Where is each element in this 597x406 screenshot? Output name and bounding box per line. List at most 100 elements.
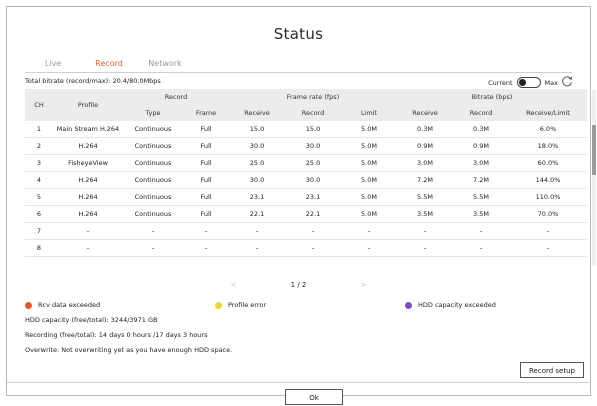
recording-time-text: Recording (free/total): 14 days 0 hours … xyxy=(25,331,208,339)
pagination: < 1 / 2 > xyxy=(7,281,590,289)
table-row[interactable]: 6 H.264 Continuous Full 22.1 22.1 5.0M 3.5M 3.5M… xyxy=(25,205,587,223)
cell-profile: – xyxy=(53,222,123,240)
header-br-receive: Receive xyxy=(397,105,453,121)
table-row[interactable]: 5 H.264 Continuous Full 23.1 23.1 5.0M 5.5M 5.5M… xyxy=(25,188,587,206)
orange-dot-icon xyxy=(25,301,32,309)
cell-fr-record: 23.1 xyxy=(285,188,341,206)
cell-receive-limit: – xyxy=(509,239,587,257)
cell-limit: 5.0M xyxy=(341,154,397,172)
table-row[interactable]: 4 H.264 Continuous Full 30.0 30.0 5.0M 7.2M 7.2M… xyxy=(25,171,587,189)
table-row[interactable]: 3 FisheyeView Continuous Full 25.0 25.0 5.0M 3.… xyxy=(25,154,587,172)
cell-type: Continuous xyxy=(123,205,183,223)
table-row[interactable]: 7– – – – – – – – – xyxy=(25,222,587,240)
prev-page-button[interactable]: < xyxy=(231,281,237,289)
current-max-toggle[interactable] xyxy=(516,77,541,88)
cell-type: Continuous xyxy=(123,137,183,155)
ok-button[interactable]: Ok xyxy=(285,389,343,405)
status-dialog: Status Live Record Network Total bitrate… xyxy=(6,6,596,405)
cell-type: Continuous xyxy=(123,154,183,172)
cell-br-record: – xyxy=(453,239,509,257)
tab-network[interactable]: Network xyxy=(137,59,193,73)
header-profile: Profile xyxy=(53,89,123,121)
cell-br-record: 3.0M xyxy=(453,154,509,172)
cell-br-receive: – xyxy=(397,239,453,257)
toggle-current-label: Current xyxy=(488,78,513,87)
cell-frame: Full xyxy=(183,121,229,138)
cell-limit: – xyxy=(341,239,397,257)
overwrite-text: Overwrite: Not overwriting yet as you ha… xyxy=(25,346,233,354)
record-setup-button[interactable]: Record setup xyxy=(520,362,584,378)
legend-label: HDD capacity exceeded xyxy=(418,301,496,309)
legend-hdd-exceeded: HDD capacity exceeded xyxy=(405,301,496,309)
cell-frame: Full xyxy=(183,171,229,189)
cell-profile: H.264 xyxy=(53,188,123,206)
cell-frame: Full xyxy=(183,188,229,206)
table-row[interactable]: 1 Main Stream H.264 Continuous Full 15.0 15.0… xyxy=(25,121,587,138)
cell-ch: 7 xyxy=(25,222,53,240)
legend-profile-error: Profile error xyxy=(215,301,266,309)
header-record: Record xyxy=(123,89,229,105)
cell-fr-record: – xyxy=(285,222,341,240)
cell-br-receive: – xyxy=(397,222,453,240)
cell-br-record: 3.5M xyxy=(453,205,509,223)
cell-fr-receive: – xyxy=(229,222,285,240)
tab-live[interactable]: Live xyxy=(25,59,81,73)
cell-receive-limit: 144.0% xyxy=(509,171,587,189)
header-limit: Limit xyxy=(341,105,397,121)
footer-divider xyxy=(7,382,590,383)
legend-rcv-exceeded: Rcv data exceeded xyxy=(25,301,100,309)
refresh-icon[interactable] xyxy=(560,74,574,88)
table-scrollbar[interactable] xyxy=(592,89,596,265)
cell-frame: Full xyxy=(183,205,229,223)
cell-type: Continuous xyxy=(123,188,183,206)
toggle-max-label: Max xyxy=(544,78,558,87)
cell-type: Continuous xyxy=(123,121,183,138)
header-bitrate: Bitrate (bps) xyxy=(397,89,587,105)
cell-ch: 2 xyxy=(25,137,53,155)
toggle-knob xyxy=(518,79,526,86)
next-page-button[interactable]: > xyxy=(361,281,367,289)
cell-fr-receive: 30.0 xyxy=(229,137,285,155)
cell-receive-limit: 60.0% xyxy=(509,154,587,172)
tab-bar: Live Record Network xyxy=(25,59,193,73)
cell-limit: 5.0M xyxy=(341,137,397,155)
cell-frame: – xyxy=(183,239,229,257)
cell-fr-record: 30.0 xyxy=(285,171,341,189)
cell-fr-receive: 22.1 xyxy=(229,205,285,223)
cell-type: Continuous xyxy=(123,171,183,189)
cell-frame: Full xyxy=(183,137,229,155)
cell-br-receive: 0.9M xyxy=(397,137,453,155)
cell-receive-limit: 110.0% xyxy=(509,188,587,206)
header-br-record: Record xyxy=(453,105,509,121)
cell-limit: 5.0M xyxy=(341,188,397,206)
cell-frame: – xyxy=(183,222,229,240)
header-fr-record: Record xyxy=(285,105,341,121)
cell-fr-record: 30.0 xyxy=(285,137,341,155)
tab-divider xyxy=(25,72,572,73)
cell-ch: 3 xyxy=(25,154,53,172)
cell-fr-record: 22.1 xyxy=(285,205,341,223)
cell-receive-limit: 18.0% xyxy=(509,137,587,155)
cell-receive-limit: 70.0% xyxy=(509,205,587,223)
table-row[interactable]: 8– – – – – – – – – xyxy=(25,239,587,257)
cell-limit: 5.0M xyxy=(341,205,397,223)
cell-br-record: 7.2M xyxy=(453,171,509,189)
cell-br-receive: 7.2M xyxy=(397,171,453,189)
cell-type: – xyxy=(123,239,183,257)
purple-dot-icon xyxy=(405,301,412,309)
cell-profile: H.264 xyxy=(53,205,123,223)
current-max-toggle-group: Current Max xyxy=(488,77,558,88)
cell-limit: 5.0M xyxy=(341,171,397,189)
scrollbar-thumb[interactable] xyxy=(592,125,596,175)
cell-profile: H.264 xyxy=(53,171,123,189)
cell-ch: 5 xyxy=(25,188,53,206)
cell-limit: 5.0M xyxy=(341,121,397,138)
cell-fr-record: 15.0 xyxy=(285,121,341,138)
cell-receive-limit: – xyxy=(509,222,587,240)
cell-fr-record: 25.0 xyxy=(285,154,341,172)
table-row[interactable]: 2 H.264 Continuous Full 30.0 30.0 5.0M 0.9M 0.9M… xyxy=(25,137,587,155)
cell-br-record: 0.3M xyxy=(453,121,509,138)
cell-br-record: 0.9M xyxy=(453,137,509,155)
dialog-title: Status xyxy=(273,25,324,43)
tab-record[interactable]: Record xyxy=(81,59,137,73)
